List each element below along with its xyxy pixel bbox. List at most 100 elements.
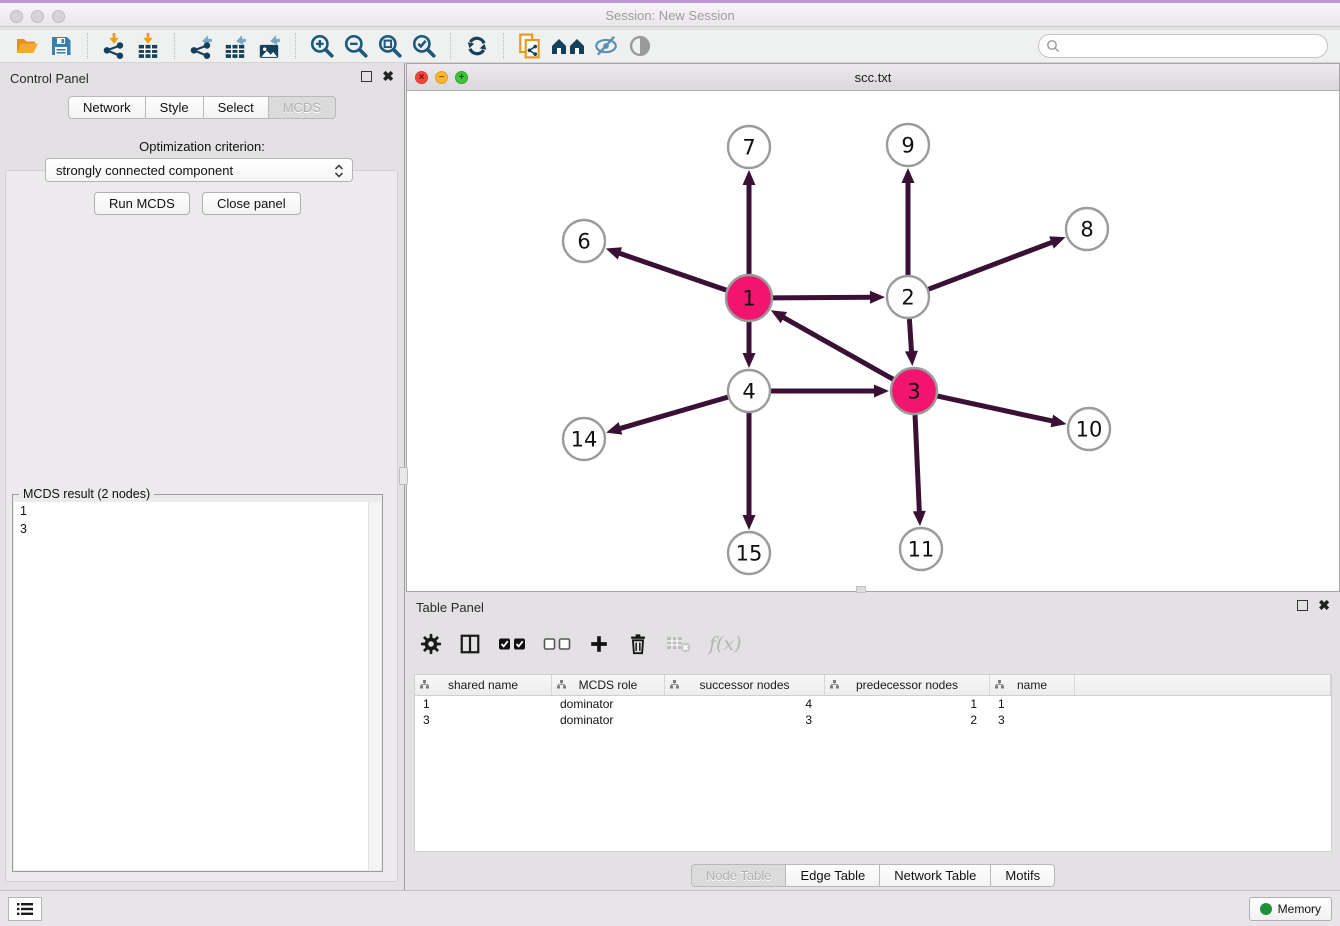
open-file-icon[interactable] xyxy=(12,32,42,60)
table-panel-title: Table Panel xyxy=(416,600,484,615)
graph-edge-arrowhead xyxy=(902,168,915,183)
table-tab-motifs[interactable]: Motifs xyxy=(990,864,1055,887)
graph-node-label-10: 10 xyxy=(1076,418,1103,442)
graph-edge-arrowhead xyxy=(870,291,885,304)
table-cell[interactable]: 1 xyxy=(990,696,1075,712)
hide-selected-icon[interactable] xyxy=(591,32,621,60)
graph-edge-arrowhead xyxy=(743,353,756,368)
import-table-icon[interactable] xyxy=(133,32,163,60)
zoom-in-icon[interactable] xyxy=(307,32,337,60)
graph-edge-2-8[interactable] xyxy=(929,242,1054,289)
show-column-panel-icon[interactable] xyxy=(459,633,481,655)
show-all-icon[interactable] xyxy=(625,32,655,60)
show-panels-list-button[interactable] xyxy=(8,897,42,921)
memory-button[interactable]: Memory xyxy=(1249,897,1332,921)
optimization-criterion-select[interactable]: strongly connected component xyxy=(45,158,353,182)
export-network-icon[interactable] xyxy=(186,32,216,60)
zoom-selected-icon[interactable] xyxy=(409,32,439,60)
table-row[interactable]: 3dominator323 xyxy=(415,712,1331,728)
table-cell[interactable]: 2 xyxy=(825,712,990,728)
table-panel: Table Panel ✖ xyxy=(406,592,1340,890)
table-row[interactable]: 1dominator411 xyxy=(415,696,1331,712)
mcds-result-textarea[interactable]: 13 xyxy=(14,502,381,870)
mcds-result-line: 3 xyxy=(14,520,381,538)
zoom-out-icon[interactable] xyxy=(341,32,371,60)
status-bar: Memory xyxy=(0,890,1340,926)
table-cell[interactable]: dominator xyxy=(552,696,665,712)
graph-edge-2-3[interactable] xyxy=(909,319,911,353)
toolbar-separator xyxy=(174,33,175,59)
column-header-predecessor-nodes[interactable]: predecessor nodes xyxy=(825,675,990,695)
toolbar-separator xyxy=(503,33,504,59)
save-session-icon[interactable] xyxy=(46,32,76,60)
import-network-icon[interactable] xyxy=(99,32,129,60)
run-mcds-button[interactable]: Run MCDS xyxy=(94,192,190,215)
table-tab-node-table[interactable]: Node Table xyxy=(691,864,786,887)
memory-status-icon xyxy=(1260,903,1272,915)
column-header-shared-name[interactable]: shared name xyxy=(415,675,552,695)
application-window: Session: New Session xyxy=(0,0,1340,926)
close-panel-icon[interactable]: ✖ xyxy=(382,71,394,82)
select-all-checkboxes-icon[interactable] xyxy=(498,636,526,652)
graph-node-label-9: 9 xyxy=(901,134,914,158)
vertical-splitter-handle[interactable] xyxy=(399,467,408,485)
window-title: Session: New Session xyxy=(0,8,1340,23)
zoom-fit-icon[interactable] xyxy=(375,32,405,60)
graph-edge-4-14[interactable] xyxy=(619,397,728,429)
float-panel-icon[interactable] xyxy=(361,71,372,82)
network-canvas[interactable]: 7968124314101511 xyxy=(407,91,1339,591)
table-cell[interactable]: 3 xyxy=(415,712,552,728)
function-builder-icon[interactable]: f(x) xyxy=(709,633,742,655)
table-cell[interactable]: dominator xyxy=(552,712,665,728)
graph-edge-arrowhead xyxy=(874,385,889,398)
memory-label: Memory xyxy=(1278,902,1321,916)
mcds-result-groupbox: MCDS result (2 nodes) 13 xyxy=(12,494,383,872)
float-table-panel-icon[interactable] xyxy=(1297,600,1308,611)
tab-style[interactable]: Style xyxy=(145,96,203,119)
graph-edge-3-11[interactable] xyxy=(915,415,919,513)
mcds-result-lines: 13 xyxy=(14,502,381,538)
table-cell[interactable]: 4 xyxy=(665,696,825,712)
tab-select[interactable]: Select xyxy=(203,96,268,119)
mcds-result-scrollbar[interactable] xyxy=(368,502,381,870)
graph-node-label-7: 7 xyxy=(742,136,755,160)
column-header-MCDS-role[interactable]: MCDS role xyxy=(552,675,665,695)
toolbar-separator xyxy=(295,33,296,59)
tab-mcds[interactable]: MCDS xyxy=(268,96,336,119)
table-cell[interactable]: 3 xyxy=(990,712,1075,728)
graph-edge-1-6[interactable] xyxy=(618,253,726,290)
first-neighbors-icon[interactable] xyxy=(549,32,587,60)
node-table[interactable]: shared nameMCDS rolesuccessor nodesprede… xyxy=(414,674,1332,852)
search-input[interactable] xyxy=(1038,34,1328,58)
export-image-icon[interactable] xyxy=(254,32,284,60)
export-table-icon[interactable] xyxy=(220,32,250,60)
settings-gear-icon[interactable] xyxy=(420,633,442,655)
control-panel-header: Control Panel ✖ xyxy=(0,63,404,93)
apply-layout-icon[interactable] xyxy=(462,32,492,60)
list-icon xyxy=(16,902,34,916)
delete-table-icon[interactable] xyxy=(666,634,692,654)
table-cell[interactable]: 3 xyxy=(665,712,825,728)
toolbar-separator xyxy=(450,33,451,59)
delete-row-icon[interactable] xyxy=(627,633,649,655)
close-table-panel-icon[interactable]: ✖ xyxy=(1318,600,1330,611)
add-row-icon[interactable] xyxy=(588,633,610,655)
graph-edge-3-10[interactable] xyxy=(937,396,1053,421)
close-panel-button[interactable]: Close panel xyxy=(202,192,301,215)
table-cell[interactable]: 1 xyxy=(825,696,990,712)
column-header-name[interactable]: name xyxy=(990,675,1075,695)
tab-network[interactable]: Network xyxy=(68,96,145,119)
network-window-titlebar[interactable]: × − + scc.txt xyxy=(407,64,1339,91)
deselect-all-checkboxes-icon[interactable] xyxy=(543,636,571,652)
main-toolbar xyxy=(0,30,1340,63)
graph-edge-3-1[interactable] xyxy=(782,317,893,380)
table-tab-network-table[interactable]: Network Table xyxy=(879,864,990,887)
graph-edge-1-2[interactable] xyxy=(773,297,872,298)
horizontal-splitter-handle[interactable] xyxy=(856,586,866,593)
graph-edge-arrowhead xyxy=(743,515,756,530)
table-cell[interactable]: 1 xyxy=(415,696,552,712)
new-network-from-selection-icon[interactable] xyxy=(515,32,545,60)
control-panel: Control Panel ✖ NetworkStyleSelectMCDS O… xyxy=(0,63,405,890)
column-header-successor-nodes[interactable]: successor nodes xyxy=(665,675,825,695)
table-tab-edge-table[interactable]: Edge Table xyxy=(785,864,879,887)
